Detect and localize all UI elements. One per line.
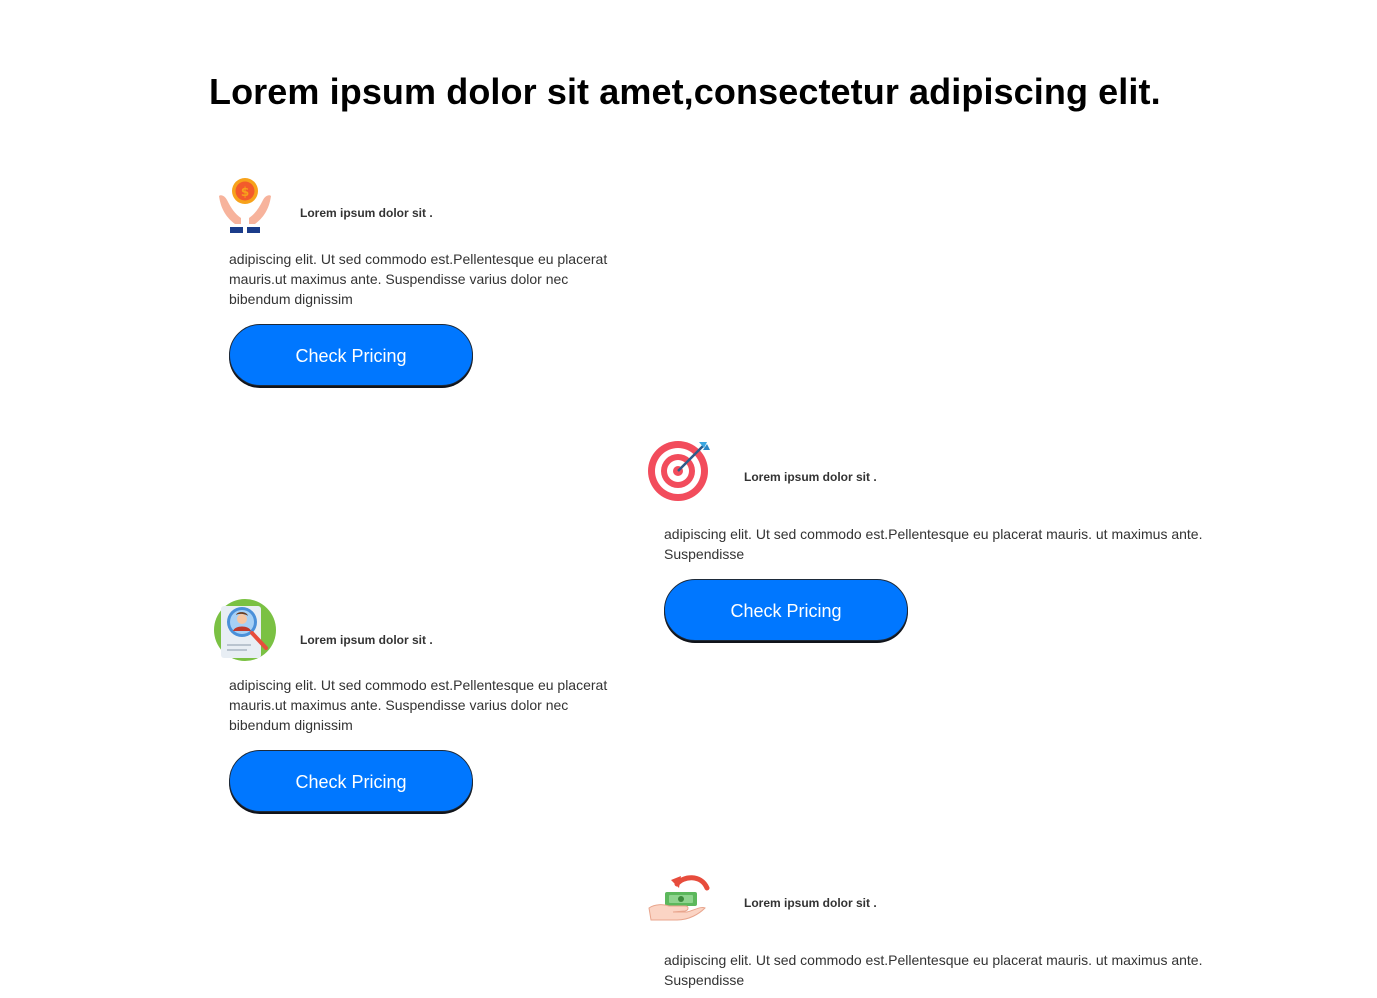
feature-heading: Lorem ipsum dolor sit . [300,206,433,220]
cashback-hand-icon [647,870,711,934]
check-pricing-button[interactable]: Check Pricing [664,579,908,641]
svg-text:$: $ [241,185,249,199]
page-title: Lorem ipsum dolor sit amet,consectetur a… [209,71,1161,112]
feature-description: adipiscing elit. Ut sed commodo est.Pell… [229,251,608,307]
feature-heading: Lorem ipsum dolor sit . [744,470,877,484]
check-pricing-button[interactable]: Check Pricing [229,750,473,812]
page: Lorem ipsum dolor sit amet,consectetur a… [0,0,1377,998]
money-hands-icon: $ [213,174,277,238]
feature-description: adipiscing elit. Ut sed commodo est.Pell… [664,526,1203,562]
feature-description: adipiscing elit. Ut sed commodo est.Pell… [664,952,1203,988]
feature-heading: Lorem ipsum dolor sit . [744,896,877,910]
check-pricing-button[interactable]: Check Pricing [229,324,473,386]
target-arrow-icon [647,438,711,502]
feature-description: adipiscing elit. Ut sed commodo est.Pell… [229,677,608,733]
feature-heading: Lorem ipsum dolor sit . [300,633,433,647]
profile-search-icon [213,598,277,662]
